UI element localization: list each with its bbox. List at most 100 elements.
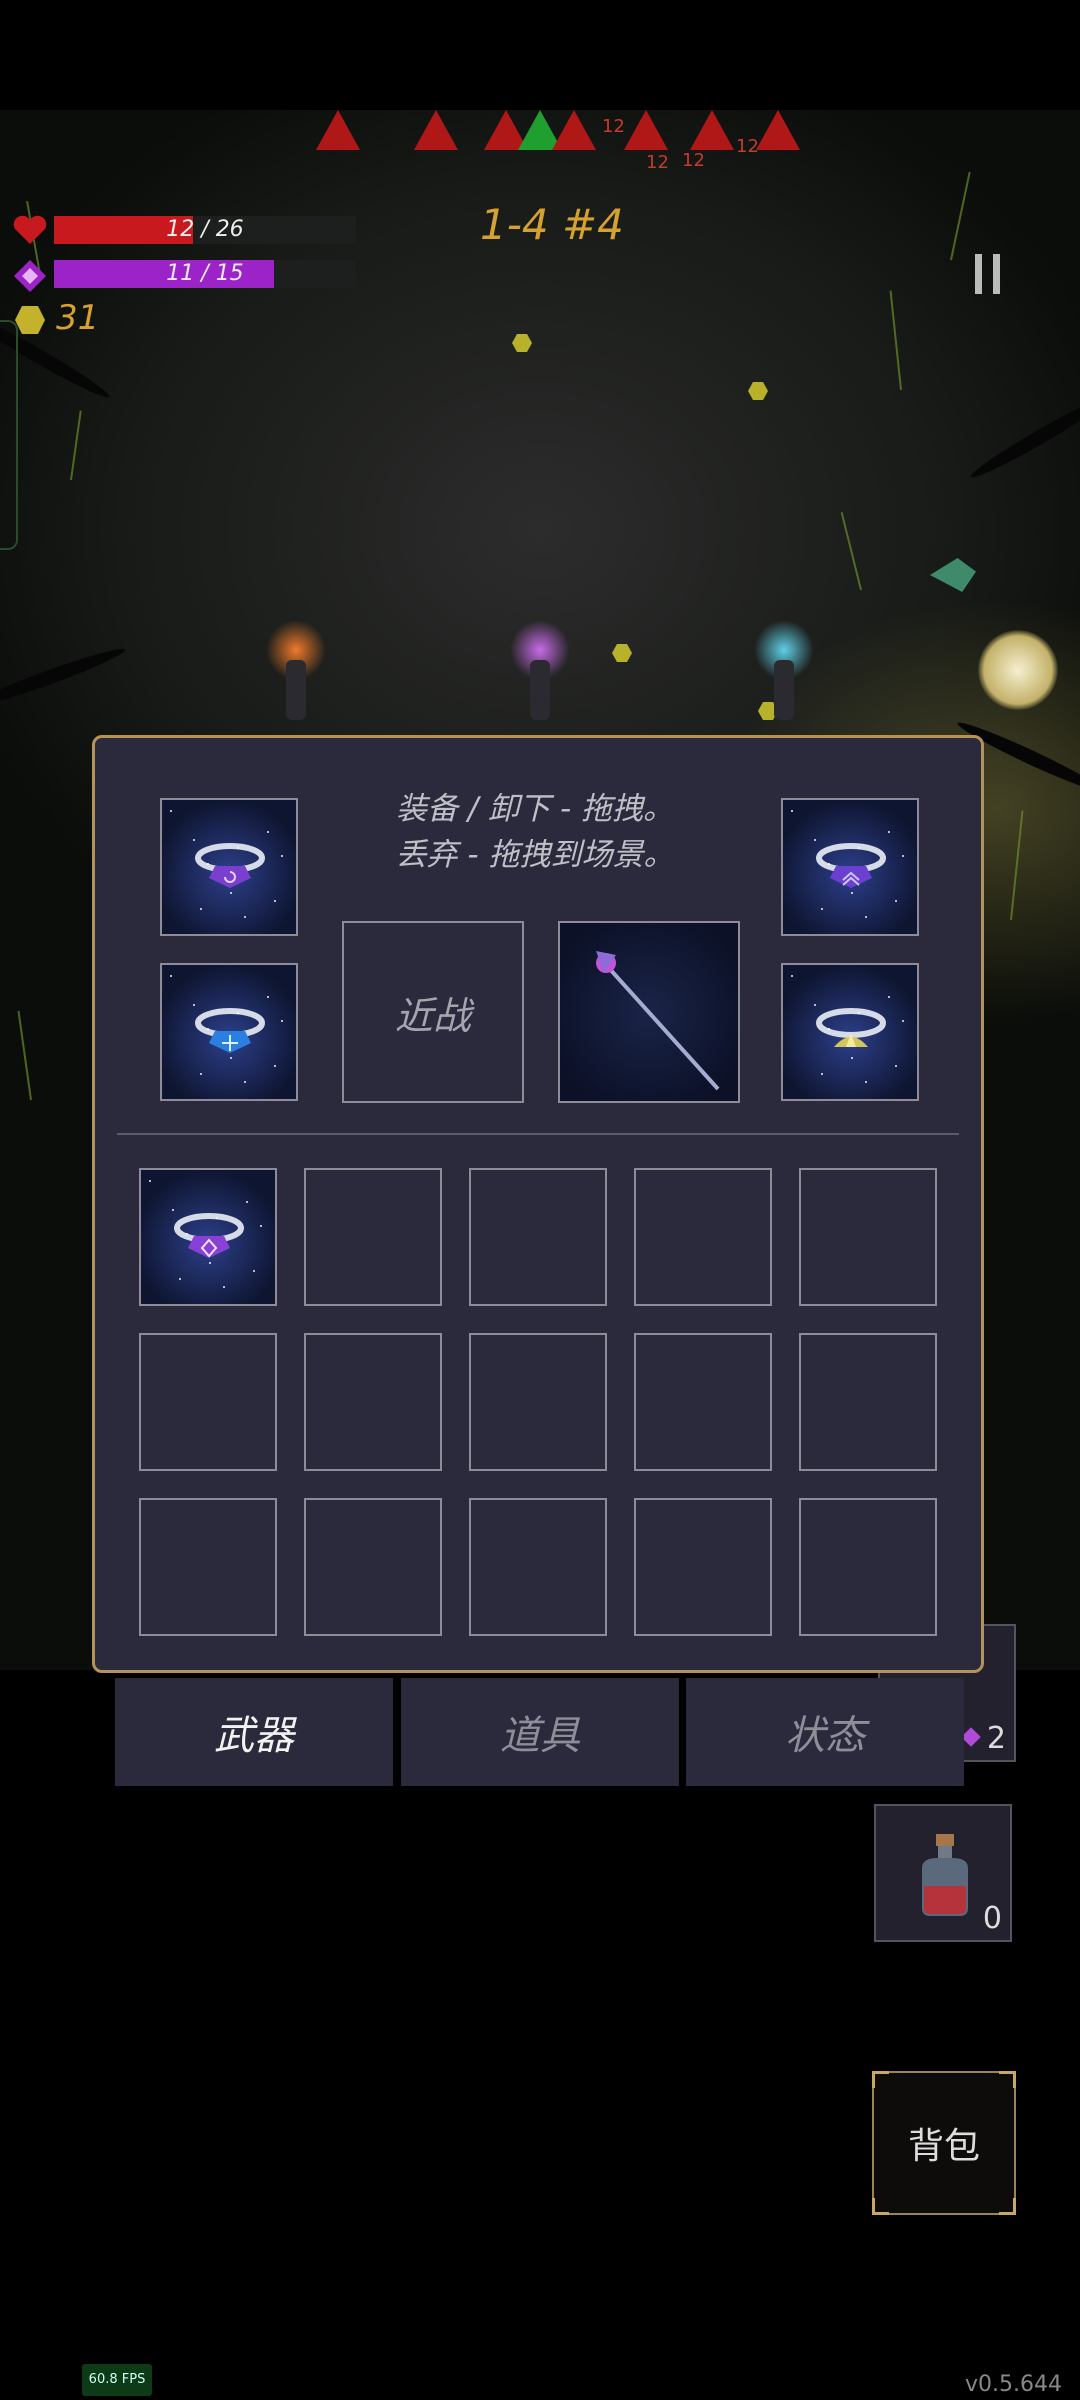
hero-body	[286, 660, 306, 720]
coin-pickup[interactable]	[512, 334, 532, 352]
corner-ornament	[872, 2071, 889, 2088]
stage-label: 1-4 #4	[480, 200, 624, 249]
star-sparkle	[821, 908, 823, 910]
fire-hero[interactable]	[266, 620, 326, 720]
grass-blade	[70, 410, 82, 481]
grass-blade	[1010, 810, 1024, 921]
heart-icon	[13, 215, 47, 244]
star-sparkle	[149, 1180, 151, 1182]
equip-slot-ring-3[interactable]	[160, 963, 298, 1101]
hint-equip: 装备 / 卸下 - 拖拽。	[395, 791, 675, 827]
damage-number: 12	[646, 152, 669, 173]
star-sparkle	[858, 1012, 860, 1014]
gold-count: 31	[56, 298, 100, 338]
bag-slot[interactable]	[799, 1168, 937, 1306]
enemy-marker	[690, 110, 734, 150]
enemy-marker	[414, 110, 458, 150]
star-sparkle	[274, 1065, 276, 1067]
enemy-marker	[552, 110, 596, 150]
bag-slot[interactable]	[469, 1498, 607, 1636]
bag-slot[interactable]	[304, 1498, 442, 1636]
bird-enemy[interactable]	[930, 558, 976, 592]
quickslot-potion[interactable]: 0	[874, 1804, 1012, 1942]
bag-slot[interactable]	[634, 1168, 772, 1306]
tab-status[interactable]: 状态	[686, 1678, 964, 1786]
mana-text: 11 / 15	[166, 261, 244, 286]
star-sparkle	[246, 1201, 248, 1203]
light-orb	[978, 630, 1058, 710]
coin-pickup[interactable]	[612, 644, 632, 662]
bag-slot[interactable]	[139, 1498, 277, 1636]
weapon-slot[interactable]	[558, 921, 740, 1103]
star-sparkle	[858, 847, 860, 849]
grass-blade	[17, 1010, 32, 1101]
star-sparkle	[207, 863, 209, 865]
corner-ornament	[999, 2071, 1016, 2088]
star-sparkle	[828, 1028, 830, 1030]
star-sparkle	[851, 892, 853, 894]
star-sparkle	[791, 975, 793, 977]
ring-cross-icon	[195, 1008, 265, 1053]
star-sparkle	[814, 1004, 816, 1006]
star-sparkle	[237, 847, 239, 849]
bag-slot[interactable]	[634, 1498, 772, 1636]
star-sparkle	[865, 916, 867, 918]
hero-body	[530, 660, 550, 720]
corner-ornament	[999, 2198, 1016, 2215]
star-sparkle	[200, 1073, 202, 1075]
equip-slot-ring-1[interactable]	[160, 798, 298, 936]
bag-slot[interactable]	[634, 1333, 772, 1471]
melee-weapon-slot[interactable]: 近战	[342, 921, 524, 1103]
star-sparkle	[828, 863, 830, 865]
star-sparkle	[237, 1012, 239, 1014]
enemy-marker	[756, 110, 800, 150]
quickslot-count: 0	[982, 1901, 1002, 1936]
staff-icon	[596, 951, 720, 1091]
bag-slot[interactable]	[469, 1168, 607, 1306]
equip-slot-ring-2[interactable]	[781, 798, 919, 936]
grass-blade	[950, 171, 971, 261]
star-sparkle	[172, 1209, 174, 1211]
star-sparkle	[170, 810, 172, 812]
damage-number: 12	[602, 116, 625, 137]
ice-hero[interactable]	[754, 620, 814, 720]
coin-pickup[interactable]	[748, 382, 768, 400]
star-sparkle	[186, 1233, 188, 1235]
arcane-hero[interactable]	[510, 620, 570, 720]
dark-leaf	[0, 643, 128, 711]
health-potion-icon	[922, 1834, 968, 1916]
star-sparkle	[267, 996, 269, 998]
bag-slot[interactable]	[139, 1168, 277, 1306]
hint-discard: 丢弃 - 拖拽到场景。	[395, 837, 675, 873]
bag-slot[interactable]	[799, 1333, 937, 1471]
health-text: 12 / 26	[166, 217, 244, 242]
bag-slot[interactable]	[139, 1333, 277, 1471]
bag-button[interactable]: 背包	[872, 2071, 1016, 2215]
bag-slot[interactable]	[799, 1498, 937, 1636]
star-sparkle	[179, 1278, 181, 1280]
damage-number: 12	[736, 136, 759, 157]
quickslot-count: 2	[986, 1721, 1006, 1756]
star-sparkle	[895, 900, 897, 902]
grass-blade	[840, 512, 862, 591]
bag-slot[interactable]	[304, 1168, 442, 1306]
star-sparkle	[230, 892, 232, 894]
tab-items[interactable]: 道具	[401, 1678, 679, 1786]
star-sparkle	[281, 855, 283, 857]
hero-body	[774, 660, 794, 720]
inventory-hint: 装备 / 卸下 - 拖拽。 丢弃 - 拖拽到场景。	[325, 786, 745, 878]
melee-label: 近战	[394, 993, 471, 1038]
star-sparkle	[888, 996, 890, 998]
equip-slot-ring-4[interactable]	[781, 963, 919, 1101]
dark-leaf	[967, 390, 1080, 484]
star-sparkle	[902, 855, 904, 857]
bag-slot[interactable]	[469, 1333, 607, 1471]
star-sparkle	[207, 1028, 209, 1030]
bag-slot[interactable]	[304, 1333, 442, 1471]
ring-spiral-icon	[195, 843, 265, 888]
pause-bar	[993, 254, 1000, 294]
side-drawer-edge[interactable]	[0, 320, 18, 550]
pause-button[interactable]	[975, 254, 1003, 294]
tab-weapons[interactable]: 武器	[115, 1678, 393, 1786]
health-bar: 12 / 26	[54, 216, 356, 244]
